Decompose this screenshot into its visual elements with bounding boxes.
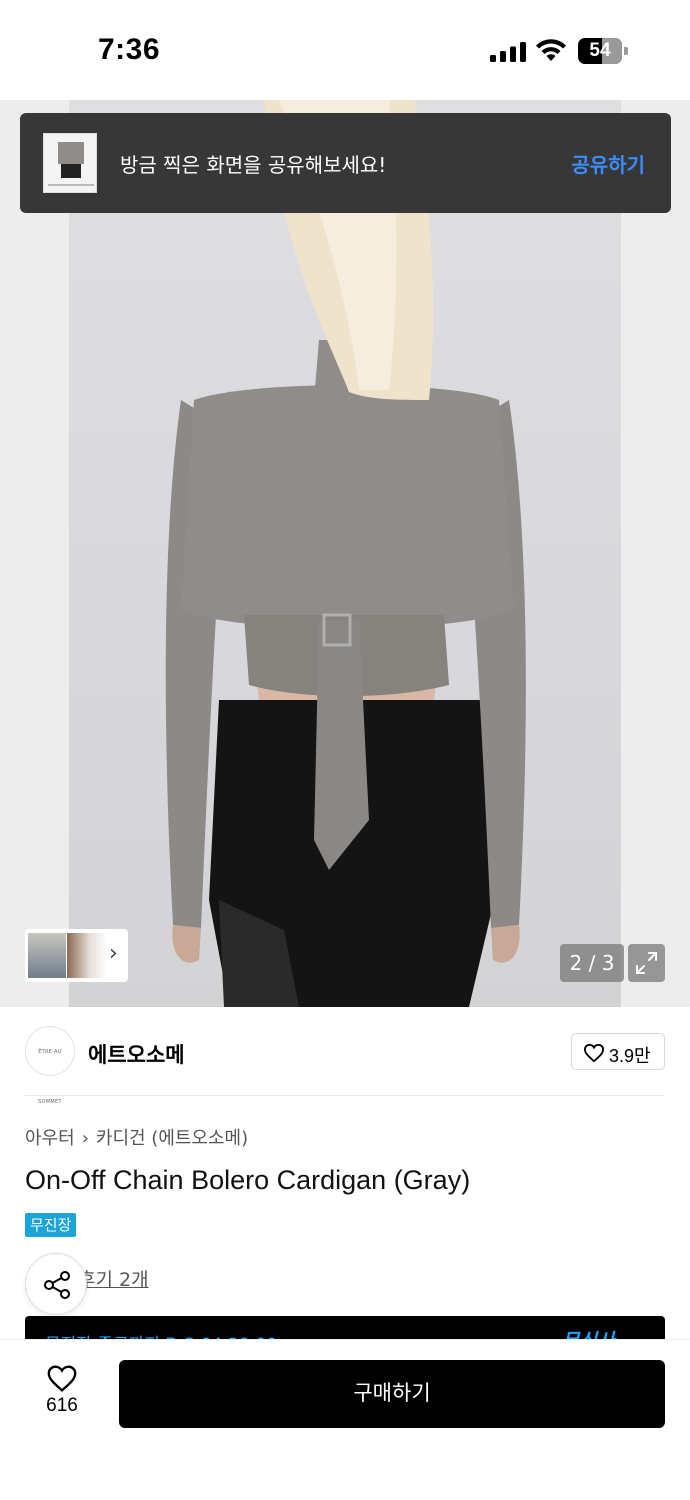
heart-icon [47,1365,77,1392]
cellular-signal-icon [490,42,526,62]
thumbnail-1[interactable] [28,933,66,978]
status-bar: 7:36 54 [0,0,690,100]
battery-icon: 54 [578,38,628,64]
expand-icon[interactable] [628,944,665,982]
thumbnail-2[interactable] [67,933,105,978]
thumbnail-strip[interactable]: › [25,929,128,982]
brand-name[interactable]: 에트오소메 [88,1039,185,1069]
sale-tag: 무진장 [25,1213,77,1237]
chevron-right-icon[interactable]: › [109,941,118,966]
product-title: On-Off Chain Bolero Cardigan (Gray) [25,1165,471,1195]
breadcrumb-category[interactable]: 아우터 [25,1128,75,1149]
battery-level: 54 [589,40,611,61]
brand-like-button[interactable]: 3.9만 [571,1033,665,1070]
share-screenshot-toast: 방금 찍은 화면을 공유해보세요! 공유하기 [20,113,671,213]
share-icon [44,1271,70,1299]
chevron-right-icon: › [81,1128,89,1149]
share-action-button[interactable]: 공유하기 [571,149,645,178]
breadcrumb: 아우터 › 카디건 (에트오소메) [25,1124,248,1150]
review-count-link[interactable]: 후기 2개 [78,1265,149,1292]
bottom-action-bar: 616 구매하기 [0,1339,690,1500]
product-photo[interactable] [69,100,621,1007]
divider [25,1095,665,1096]
share-button[interactable] [25,1253,87,1315]
product-detail-page: 7:36 54 › 2 / 3 방금 찍은 화면을 공유해보세요! 공유하기 Ê… [0,0,690,1500]
product-image-gallery[interactable]: › 2 / 3 [0,100,690,1007]
brand-like-count: 3.9만 [609,1046,651,1066]
breadcrumb-subcategory[interactable]: 카디건 (에트오소메) [96,1128,248,1149]
status-time: 7:36 [98,33,161,66]
image-counter: 2 / 3 [560,944,624,982]
brand-row: ÊTRE AU SOMMET 에트오소메 3.9만 [0,1007,690,1105]
wifi-icon [536,39,566,61]
toast-message: 방금 찍은 화면을 공유해보세요! [120,153,387,177]
buy-button[interactable]: 구매하기 [119,1360,665,1428]
wishlist-count: 616 [46,1395,78,1416]
screenshot-thumbnail[interactable] [43,133,97,193]
brand-logo[interactable]: ÊTRE AU SOMMET [25,1026,75,1105]
model-photo-illustration [165,100,526,1007]
wishlist-button[interactable]: 616 [28,1364,96,1434]
heart-icon [583,1043,605,1063]
